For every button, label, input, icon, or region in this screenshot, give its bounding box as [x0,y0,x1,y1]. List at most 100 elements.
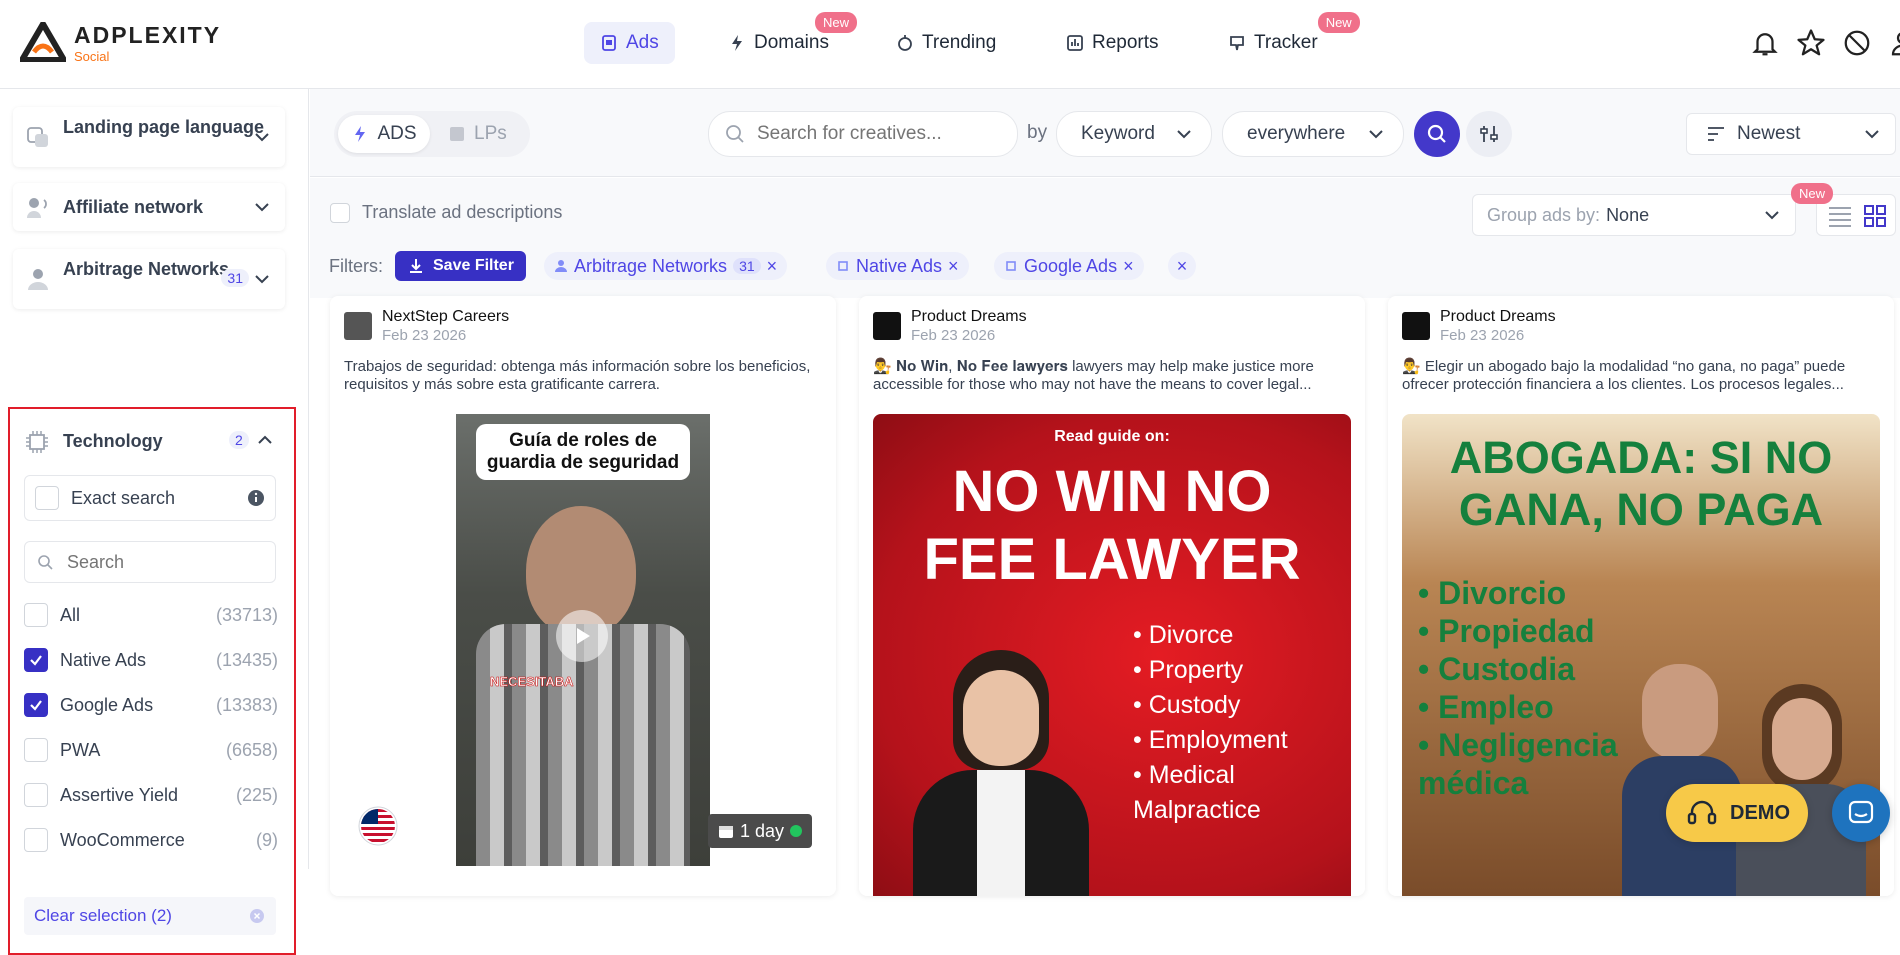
nav-label: Reports [1092,32,1159,53]
search-button[interactable] [1414,111,1460,157]
chip-count: 31 [733,258,761,274]
chevron-down-icon [1765,211,1779,220]
technology-search-field[interactable] [24,541,276,583]
checkbox[interactable] [24,828,48,852]
nav-tracker[interactable]: Tracker New [1212,12,1360,64]
demo-button[interactable]: DEMO [1666,784,1808,842]
advanced-filters-button[interactable] [1466,111,1512,157]
active-status-dot [790,825,803,837]
clear-all-filters-button[interactable]: × [1168,252,1196,280]
sort-select[interactable]: Newest [1686,113,1896,155]
ad-image[interactable]: ABOGADA: SI NO GANA, NO PAGA • Divorcio … [1402,414,1880,896]
filter-label[interactable]: Technology [63,431,163,452]
option-label: Google Ads [60,694,154,715]
technology-search-input[interactable] [67,551,257,573]
filter-landing-language[interactable]: Landing page language [13,107,285,167]
filter-affiliate-network[interactable]: Affiliate network [13,183,285,231]
chip-label: Google Ads [1024,255,1118,276]
advertiser-name[interactable]: Product Dreams [911,308,1027,326]
ad-card[interactable]: Product Dreams Feb 23 2026 👨‍⚖️ 𝐍𝐨 𝐖𝐢𝐧, … [859,296,1365,896]
chip-remove-icon[interactable]: × [767,256,778,277]
group-by-select[interactable]: Group ads by: None [1472,194,1796,236]
option-all[interactable]: All (33713) [24,600,278,630]
ad-date: Feb 23 2026 [382,327,467,344]
option-assertive-yield[interactable]: Assertive Yield (225) [24,780,278,810]
close-circle-icon [250,909,264,923]
tracker-icon [1230,36,1244,51]
nav-label: Trending [922,32,997,53]
option-label: All [60,604,81,625]
chip-remove-icon[interactable]: × [1123,256,1134,277]
option-google-ads[interactable]: Google Ads (13383) [24,690,278,720]
nav-reports[interactable]: Reports [1050,22,1175,64]
ad-video-thumbnail[interactable]: Guía de roles de guardia de seguridad NE… [456,414,710,866]
image-headline: NO WIN NO FEE LAWYER [923,459,1301,592]
advertiser-name[interactable]: Product Dreams [1440,308,1556,326]
view-toggle: New [1791,183,1896,236]
save-filter-button[interactable]: Save Filter [395,251,526,281]
bell-icon[interactable] [1750,28,1780,58]
top-navbar: ADPLEXITY Social Ads Domains New Trendin… [0,0,1900,89]
lightning-icon [355,126,366,142]
calendar-icon [719,826,733,838]
checkbox-checked[interactable] [24,693,48,717]
ad-description: Trabajos de seguridad: obtenga más infor… [344,358,811,393]
option-woocommerce[interactable]: WooCommerce (9) [24,825,278,855]
filter-label: Landing page language [63,117,265,137]
translate-toggle[interactable]: Translate ad descriptions [330,202,562,223]
grid-view-icon[interactable] [1863,204,1887,228]
checkbox[interactable] [24,603,48,627]
bullet-item: • Property [1133,656,1244,684]
nav-trending[interactable]: Trending [880,22,1012,64]
nav-ads[interactable]: Ads [584,22,675,64]
search-icon [1427,124,1446,143]
tab-lps[interactable]: LPs [448,115,507,153]
advertiser-name[interactable]: NextStep Careers [382,308,509,326]
exact-search-checkbox[interactable] [35,486,59,510]
search-icon [726,125,744,143]
nav-domains[interactable]: Domains New [712,12,857,64]
chevron-up-icon[interactable] [256,431,274,449]
scope-select[interactable]: everywhere [1222,111,1404,157]
clear-selection-button[interactable]: Clear selection (2) [24,897,276,935]
arbitrage-icon [555,260,567,272]
option-label: Native Ads [60,649,147,670]
checkbox-checked[interactable] [24,648,48,672]
logo[interactable]: ADPLEXITY Social [20,22,219,64]
sort-value: Newest [1737,123,1801,144]
chip-remove-icon[interactable]: × [948,256,959,277]
scope-value: everywhere [1247,123,1346,144]
option-pwa[interactable]: PWA (6658) [24,735,278,765]
block-icon[interactable] [1842,28,1872,58]
results-header: Translate ad descriptions Group ads by: … [310,178,1900,298]
ad-card[interactable]: Product Dreams Feb 23 2026 👨‍⚖️ Elegir u… [1388,296,1894,896]
translate-checkbox[interactable] [330,202,350,223]
checkbox[interactable] [24,738,48,762]
play-icon[interactable] [556,610,608,662]
chat-button[interactable] [1832,784,1890,842]
ad-description: 👨‍⚖️ 𝐍𝐨 𝐖𝐢𝐧, 𝐍𝐨 𝐅𝐞𝐞 𝐥𝐚𝐰𝐲𝐞𝐫𝐬 lawyers may … [873,358,1314,393]
user-icon[interactable] [1888,28,1900,58]
star-icon[interactable] [1796,28,1826,58]
video-overlay-text: NECESITABA [490,674,574,690]
tab-ads[interactable]: ADS [338,115,430,153]
ad-card[interactable]: NextStep Careers Feb 23 2026 Trabajos de… [330,296,836,896]
woman-figure [913,650,1089,896]
bullet-item: • Custodia [1418,651,1575,687]
keyword-select[interactable]: Keyword [1056,111,1212,157]
list-view-icon[interactable] [1827,205,1853,227]
option-native-ads[interactable]: Native Ads (13435) [24,645,278,675]
bullet-item: • Propiedad [1418,613,1595,649]
ad-image[interactable]: Read guide on: NO WIN NO FEE LAWYER • Di… [873,414,1351,896]
checkbox[interactable] [24,783,48,807]
exact-search-toggle[interactable]: Exact search [24,475,276,521]
landing-page-icon [450,127,464,141]
filter-arbitrage-networks[interactable]: Arbitrage Networks 31 [13,249,285,309]
creative-search-input[interactable] [757,123,997,145]
filter-sidebar: Landing page language Affiliate network … [0,89,309,955]
nav-label: Ads [626,32,659,53]
info-icon[interactable] [247,489,265,507]
creative-search-field[interactable] [708,111,1018,157]
ads-icon [602,35,616,51]
bullet-item: • Divorce [1133,621,1234,649]
